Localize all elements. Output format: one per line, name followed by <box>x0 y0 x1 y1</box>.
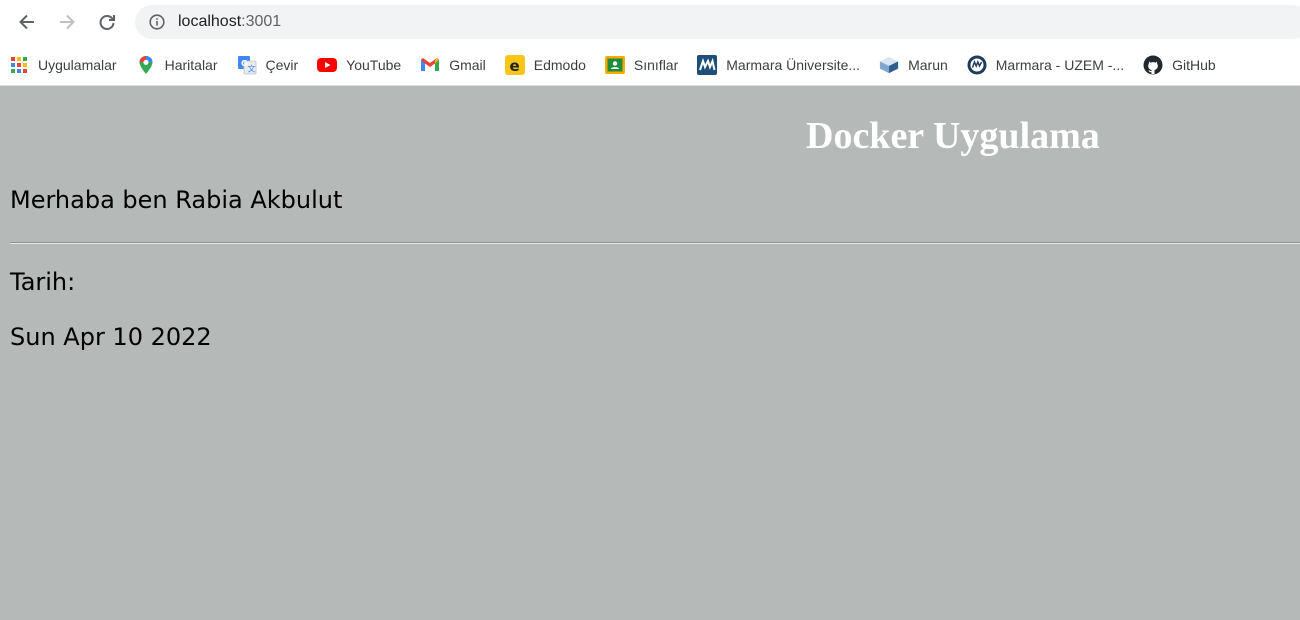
edmodo-icon: e <box>504 54 525 75</box>
translate-icon: G 文 <box>237 55 257 75</box>
apps-grid-icon <box>9 55 29 75</box>
url-port: :3001 <box>241 13 282 30</box>
uzem-icon <box>967 55 987 75</box>
bookmark-marmara-uzem[interactable]: Marmara - UZEM -... <box>958 51 1134 79</box>
bookmark-edmodo[interactable]: e Edmodo <box>496 51 596 79</box>
bookmark-marun[interactable]: Marun <box>870 51 958 79</box>
svg-text:文: 文 <box>247 63 255 73</box>
bookmark-label: Uygulamalar <box>38 56 117 73</box>
browser-toolbar: localhost:3001 <box>0 0 1300 44</box>
bookmark-gmail[interactable]: Gmail <box>411 51 496 79</box>
bookmark-label: Marmara - UZEM -... <box>995 56 1125 73</box>
bookmark-uygulamalar[interactable]: Uygulamalar <box>0 51 127 79</box>
marun-icon <box>879 55 899 75</box>
bookmark-label: Marmara Üniversite... <box>726 56 861 73</box>
bookmark-cevir[interactable]: G 文 Çevir <box>228 51 309 79</box>
gmail-icon <box>420 55 440 75</box>
bookmark-haritalar[interactable]: Haritalar <box>127 51 228 79</box>
bookmark-label: Çevir <box>265 56 299 73</box>
bookmark-label: Edmodo <box>533 56 586 73</box>
back-button[interactable] <box>13 8 41 36</box>
bookmark-label: Marun <box>908 56 948 73</box>
github-icon <box>1143 55 1163 75</box>
bookmark-github[interactable]: GitHub <box>1134 51 1226 79</box>
bookmark-label: YouTube <box>346 56 402 73</box>
greeting-text: Merhaba ben Rabia Akbulut <box>10 186 343 214</box>
date-label: Tarih: <box>10 268 76 296</box>
forward-button[interactable] <box>53 8 81 36</box>
info-icon[interactable] <box>148 13 166 31</box>
bookmark-label: Sınıflar <box>633 56 679 73</box>
bookmark-siniflar[interactable]: Sınıflar <box>596 51 688 79</box>
marmara-icon <box>697 54 718 75</box>
bookmark-label: Haritalar <box>164 56 218 73</box>
bookmark-marmara-universite[interactable]: Marmara Üniversite... <box>688 51 870 79</box>
bookmark-label: Gmail <box>449 56 486 73</box>
date-value: Sun Apr 10 2022 <box>10 323 212 351</box>
bookmarks-bar: Uygulamalar Haritalar G 文 Çevir YouTube … <box>0 44 1300 86</box>
page-title: Docker Uygulama <box>806 115 1100 157</box>
url-host: localhost <box>178 13 242 30</box>
address-bar[interactable]: localhost:3001 <box>135 5 1300 39</box>
url-text: localhost:3001 <box>178 13 281 31</box>
classroom-icon <box>604 55 625 75</box>
youtube-icon <box>317 55 338 75</box>
reload-icon <box>99 15 115 30</box>
svg-text:e: e <box>509 57 519 75</box>
page-content: Docker Uygulama Merhaba ben Rabia Akbulu… <box>0 86 1300 620</box>
arrow-left-icon <box>19 14 34 30</box>
horizontal-rule <box>10 242 1300 244</box>
reload-button[interactable] <box>93 8 121 36</box>
maps-pin-icon <box>136 55 156 75</box>
bookmark-youtube[interactable]: YouTube <box>308 51 411 79</box>
arrow-right-icon <box>60 14 75 30</box>
bookmark-label: GitHub <box>1172 56 1216 73</box>
